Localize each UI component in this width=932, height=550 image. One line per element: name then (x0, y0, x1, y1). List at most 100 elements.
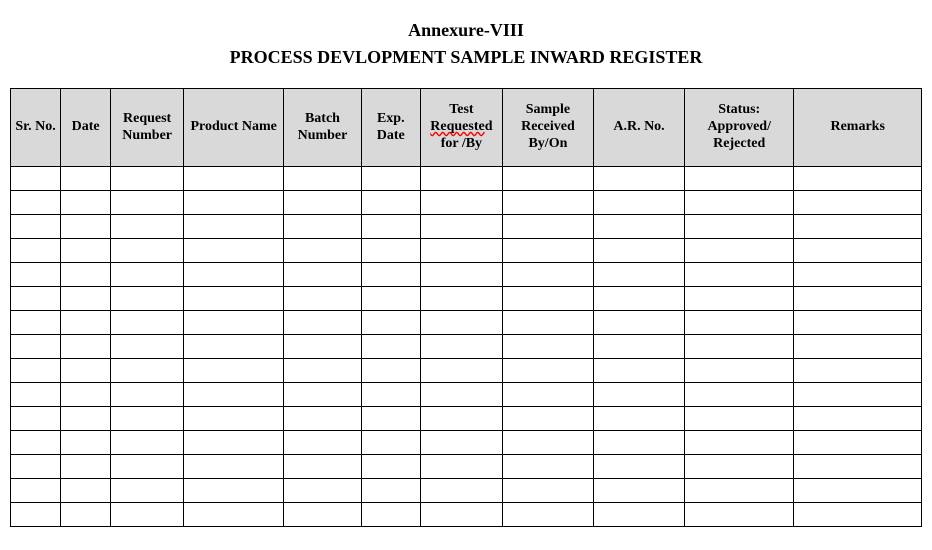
table-cell (61, 215, 111, 239)
table-cell (284, 407, 361, 431)
table-cell (420, 335, 502, 359)
table-cell (184, 431, 284, 455)
table-cell (685, 191, 794, 215)
table-cell (111, 503, 184, 527)
table-cell (284, 215, 361, 239)
table-cell (420, 479, 502, 503)
table-cell (420, 191, 502, 215)
table-cell (284, 455, 361, 479)
col-product-name: Product Name (184, 89, 284, 167)
table-cell (361, 335, 420, 359)
table-cell (11, 407, 61, 431)
table-cell (794, 455, 922, 479)
table-cell (11, 287, 61, 311)
table-cell (361, 503, 420, 527)
table-cell (111, 359, 184, 383)
table-cell (184, 359, 284, 383)
table-cell (502, 335, 593, 359)
table-cell (593, 359, 684, 383)
table-cell (593, 503, 684, 527)
table-cell (61, 311, 111, 335)
table-cell (685, 479, 794, 503)
table-cell (794, 431, 922, 455)
table-cell (420, 215, 502, 239)
table-cell (11, 479, 61, 503)
table-cell (502, 167, 593, 191)
table-cell (111, 407, 184, 431)
table-cell (11, 335, 61, 359)
table-cell (685, 335, 794, 359)
table-cell (11, 431, 61, 455)
table-cell (284, 383, 361, 407)
table-cell (593, 407, 684, 431)
table-cell (593, 479, 684, 503)
table-cell (502, 215, 593, 239)
table-cell (284, 191, 361, 215)
title-block: Annexure-VIII PROCESS DEVLOPMENT SAMPLE … (10, 20, 922, 68)
table-cell (685, 431, 794, 455)
table-cell (794, 335, 922, 359)
col-remarks: Remarks (794, 89, 922, 167)
table-cell (361, 479, 420, 503)
table-cell (502, 263, 593, 287)
table-cell (61, 479, 111, 503)
table-row (11, 383, 922, 407)
table-cell (61, 431, 111, 455)
table-cell (420, 239, 502, 263)
table-cell (11, 455, 61, 479)
table-cell (61, 239, 111, 263)
table-cell (111, 239, 184, 263)
table-cell (284, 263, 361, 287)
table-cell (61, 407, 111, 431)
table-cell (361, 359, 420, 383)
table-cell (184, 263, 284, 287)
col-ar-no: A.R. No. (593, 89, 684, 167)
table-cell (111, 311, 184, 335)
table-cell (111, 431, 184, 455)
table-cell (502, 359, 593, 383)
table-row (11, 455, 922, 479)
table-cell (361, 431, 420, 455)
table-row (11, 167, 922, 191)
table-cell (420, 431, 502, 455)
table-header: Sr. No. Date Request Number Product Name… (11, 89, 922, 167)
table-row (11, 263, 922, 287)
table-cell (284, 311, 361, 335)
table-cell (11, 239, 61, 263)
table-cell (502, 191, 593, 215)
table-cell (111, 383, 184, 407)
table-cell (420, 263, 502, 287)
table-row (11, 335, 922, 359)
table-cell (61, 263, 111, 287)
table-cell (184, 311, 284, 335)
table-cell (184, 191, 284, 215)
table-cell (794, 215, 922, 239)
table-cell (61, 167, 111, 191)
table-cell (11, 167, 61, 191)
table-cell (593, 263, 684, 287)
table-cell (794, 191, 922, 215)
col-sample-received: Sample Received By/On (502, 89, 593, 167)
table-cell (794, 383, 922, 407)
table-cell (61, 503, 111, 527)
table-cell (502, 407, 593, 431)
table-cell (184, 455, 284, 479)
table-cell (11, 263, 61, 287)
table-cell (11, 383, 61, 407)
table-row (11, 239, 922, 263)
table-cell (184, 479, 284, 503)
table-row (11, 431, 922, 455)
table-cell (685, 215, 794, 239)
table-cell (420, 407, 502, 431)
table-cell (11, 359, 61, 383)
table-cell (593, 383, 684, 407)
table-cell (184, 407, 284, 431)
table-row (11, 407, 922, 431)
col-batch-number: Batch Number (284, 89, 361, 167)
table-cell (502, 239, 593, 263)
table-cell (685, 455, 794, 479)
table-cell (685, 383, 794, 407)
table-cell (11, 311, 61, 335)
table-row (11, 479, 922, 503)
table-cell (593, 167, 684, 191)
